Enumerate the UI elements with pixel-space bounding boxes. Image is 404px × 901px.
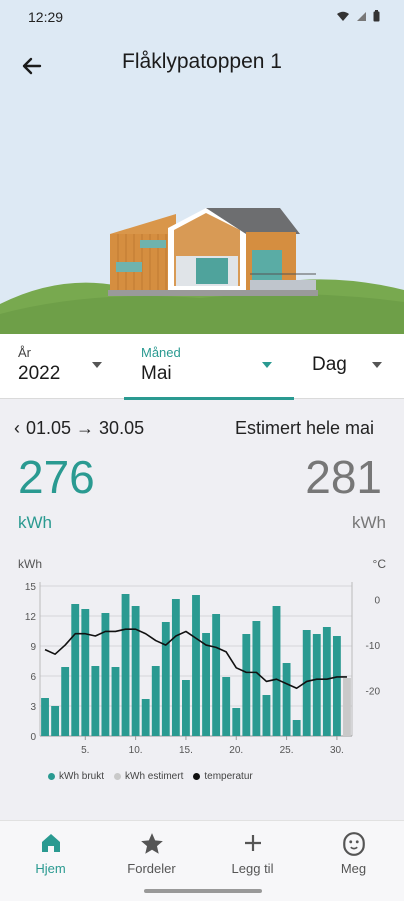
- bar-used: [202, 633, 210, 736]
- chevron-left-icon: ‹: [14, 418, 20, 438]
- estimated-unit: kWh: [352, 513, 386, 532]
- used-unit: kWh: [18, 513, 52, 532]
- x-tick-label: 20.: [229, 745, 243, 756]
- bar-used: [272, 606, 281, 736]
- bar-used: [292, 720, 301, 736]
- nav-me-label: Meg: [340, 861, 367, 876]
- nav-benefits[interactable]: Fordeler: [101, 821, 202, 881]
- home-indicator: [144, 889, 262, 893]
- bar-used: [111, 667, 120, 736]
- page-title: Flåklypatoppen 1: [122, 50, 282, 73]
- bar-used: [81, 609, 90, 736]
- bar-used: [242, 634, 251, 736]
- bar-used: [131, 606, 140, 736]
- bar-used: [141, 699, 150, 736]
- y-tick-label: 6: [30, 672, 36, 683]
- nav-me[interactable]: Meg: [303, 821, 404, 881]
- plus-icon: [244, 835, 261, 851]
- bar-used: [232, 708, 241, 736]
- star-icon: [140, 833, 163, 854]
- x-tick-label: 25.: [280, 745, 294, 756]
- y-tick-label: 9: [30, 642, 36, 653]
- y2-tick-label: -20: [366, 687, 381, 698]
- bar-used: [192, 595, 200, 736]
- consumption-chart: kWh °C 15 12 9 6 3 0 0 -10 -20 5. 10. 15. 20. 25. 30.: [18, 557, 387, 756]
- bar-used: [252, 621, 261, 736]
- bar-used: [91, 666, 100, 736]
- house-hero: Flåklypatoppen 1: [0, 34, 404, 334]
- day-value: Dag: [312, 354, 347, 375]
- legend-estimated-label: kWh estimert: [125, 771, 184, 782]
- bar-used: [312, 634, 321, 736]
- status-time: 12:29: [28, 9, 64, 25]
- year-label: År: [18, 345, 31, 360]
- bar-used: [71, 604, 80, 736]
- x-tick-label: 15.: [179, 745, 193, 756]
- legend-temperature: temperatur: [193, 771, 253, 782]
- bar-used: [282, 663, 291, 736]
- nav-home[interactable]: Hjem: [0, 821, 101, 881]
- bar-used: [222, 677, 231, 736]
- estimate-title: Estimert hele mai: [234, 418, 374, 438]
- battery-icon: [373, 10, 380, 22]
- chevron-down-icon: [92, 362, 102, 368]
- y-tick-label: 12: [25, 612, 37, 623]
- nav-add-label: Legg til: [231, 861, 274, 876]
- nav-benefits-label: Fordeler: [127, 861, 176, 876]
- y-tick-label: 15: [25, 582, 37, 593]
- date-range: 01.05 → 30.05: [26, 418, 145, 438]
- active-tab-indicator: [124, 397, 294, 400]
- chart-legend: kWh brukt kWh estimert temperatur: [48, 771, 253, 782]
- face-icon: [342, 832, 365, 856]
- bar-used: [61, 667, 70, 736]
- legend-used: kWh brukt: [48, 771, 104, 782]
- nav-home-label: Hjem: [35, 861, 66, 876]
- y2-tick-label: 0: [374, 596, 380, 607]
- bar-used: [332, 636, 341, 736]
- month-dropdown[interactable]: Måned Mai: [124, 334, 294, 400]
- y-tick-label: 3: [30, 702, 36, 713]
- nav-add[interactable]: Legg til: [202, 821, 303, 881]
- y-axis-label-right: °C: [373, 557, 387, 571]
- legend-estimated: kWh estimert: [114, 771, 183, 782]
- bar-used: [151, 666, 160, 736]
- chevron-down-icon: [262, 362, 272, 368]
- status-icons: [336, 10, 380, 22]
- bar-used: [182, 680, 190, 736]
- year-dropdown[interactable]: År 2022: [0, 334, 122, 398]
- signal-icon: [357, 11, 366, 21]
- day-dropdown[interactable]: Dag: [296, 334, 404, 398]
- wifi-icon: [337, 11, 349, 21]
- bar-used: [41, 698, 49, 736]
- month-value: Mai: [141, 363, 172, 384]
- period-selector: År 2022 Måned Mai Dag: [0, 334, 404, 400]
- x-tick-label: 5.: [81, 745, 89, 756]
- bar-used: [262, 695, 271, 736]
- legend-used-label: kWh brukt: [59, 771, 105, 782]
- year-value: 2022: [18, 363, 61, 384]
- y-axis-label-left: kWh: [18, 557, 42, 571]
- house-illustration: [0, 208, 404, 334]
- bar-used: [171, 599, 180, 736]
- legend-temperature-label: temperatur: [204, 771, 253, 782]
- used-value: 276: [18, 451, 95, 503]
- x-tick-label: 30.: [330, 745, 344, 756]
- bar-used: [212, 614, 221, 736]
- y2-tick-label: -10: [366, 641, 381, 652]
- home-icon: [41, 834, 60, 852]
- estimated-value: 281: [305, 451, 382, 503]
- bar-used: [322, 627, 331, 736]
- y-tick-label: 0: [30, 732, 36, 743]
- status-bar: 12:29: [0, 0, 404, 34]
- date-range-selector[interactable]: ‹ 01.05 → 30.05: [14, 418, 144, 439]
- x-tick-label: 10.: [129, 745, 143, 756]
- month-label: Måned: [141, 345, 181, 360]
- bar-estimated: [343, 678, 351, 736]
- bar-used: [51, 706, 60, 736]
- chevron-down-icon: [372, 362, 382, 368]
- bar-used: [121, 594, 130, 736]
- bar-used: [161, 622, 170, 736]
